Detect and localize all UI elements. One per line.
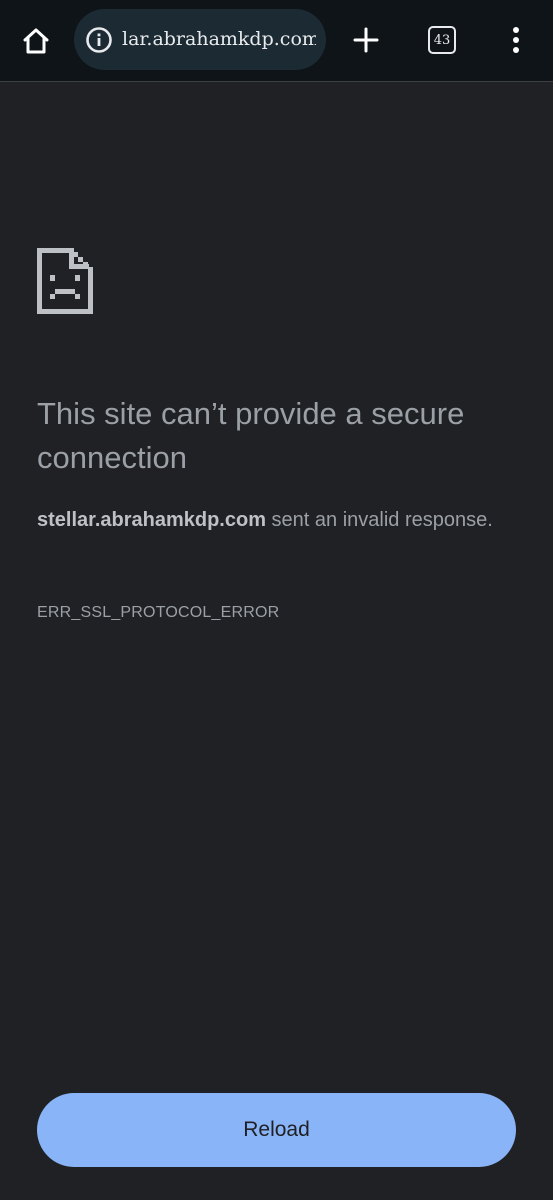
sad-page-icon — [37, 248, 93, 314]
home-button[interactable] — [12, 17, 60, 65]
tab-switcher-icon: 43 — [428, 26, 456, 54]
error-message: sent an invalid response. — [265, 509, 493, 531]
error-title: This site can’t provide a secure connect… — [37, 396, 465, 475]
reload-button[interactable]: Reload — [37, 1093, 516, 1167]
error-host: stellar.abrahamkdp.com — [37, 509, 266, 531]
menu-button[interactable] — [492, 16, 540, 64]
browser-toolbar: lar.abrahamkdp.com 43 — [0, 0, 553, 82]
home-icon — [23, 28, 49, 54]
address-bar[interactable]: lar.abrahamkdp.com — [74, 9, 326, 70]
url-text[interactable]: lar.abrahamkdp.com — [122, 9, 316, 70]
error-code: ERR_SSL_PROTOCOL_ERROR — [37, 604, 280, 621]
new-tab-button[interactable] — [342, 16, 390, 64]
more-vert-icon — [513, 27, 519, 53]
info-icon[interactable] — [85, 26, 113, 54]
error-description: stellar.abrahamkdp.com sent an invalid r… — [37, 502, 517, 539]
plus-icon — [353, 27, 379, 53]
tab-switcher-button[interactable]: 43 — [418, 16, 466, 64]
